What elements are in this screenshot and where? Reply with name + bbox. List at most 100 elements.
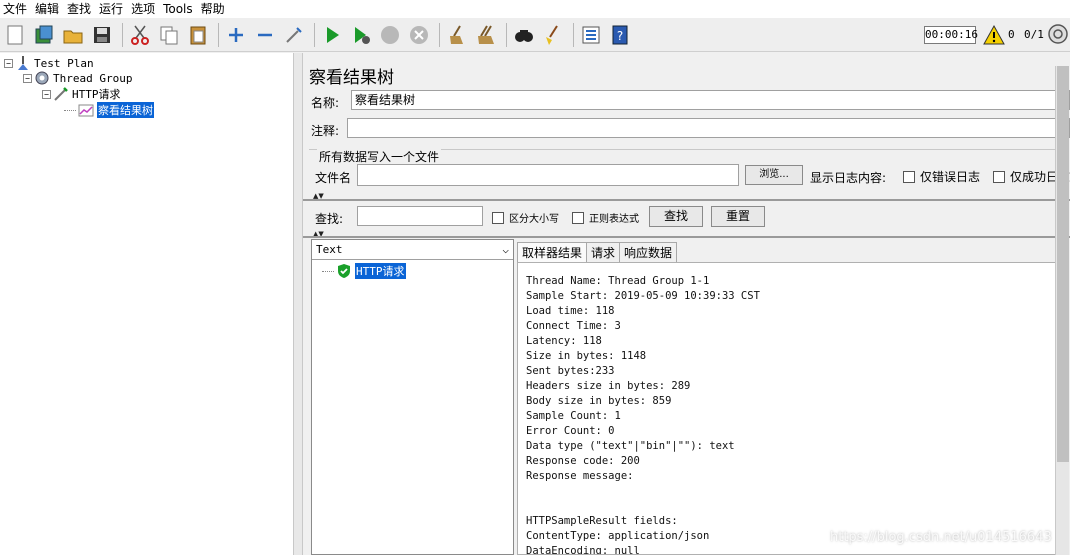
shutdown-button[interactable] — [406, 21, 432, 49]
view-results-tree-panel: 察看结果树 名称: 察看结果树 注释: 所有数据写入一个文件 文件名 浏览...… — [303, 53, 1070, 555]
function-helper-button[interactable] — [578, 21, 604, 49]
search-button[interactable] — [511, 21, 537, 49]
collapse-toggle-icon[interactable]: − — [42, 89, 51, 99]
name-input[interactable]: 察看结果树 — [351, 90, 1070, 110]
save-button[interactable] — [89, 21, 115, 49]
scrollbar-thumb[interactable] — [1057, 66, 1069, 462]
search-label: 查找: — [315, 212, 344, 226]
filename-label: 文件名 — [315, 171, 352, 185]
toolbar-separator — [218, 22, 219, 47]
result-item-label: HTTP请求 — [355, 263, 406, 279]
menu-run[interactable]: 运行 — [96, 0, 128, 18]
tree-item-http-request[interactable]: − HTTP请求 — [42, 86, 121, 102]
pane-splitter[interactable] — [293, 53, 303, 555]
paste-button[interactable] — [185, 21, 211, 49]
shutdown-icon — [410, 25, 428, 44]
expand-all-button[interactable] — [223, 21, 249, 49]
cut-icon — [131, 25, 149, 45]
clear-icon — [450, 24, 463, 44]
checkbox-box — [572, 211, 584, 224]
thread-group-gear-icon — [35, 71, 49, 85]
copy-button[interactable] — [156, 21, 182, 49]
start-button[interactable] — [319, 21, 345, 49]
comment-label: 注释: — [311, 124, 340, 138]
toolbar: ? — [0, 18, 1070, 52]
reset-search-icon — [546, 24, 558, 45]
menu-help[interactable]: 帮助 — [198, 0, 230, 18]
start-no-pause-icon — [355, 26, 370, 44]
toolbar-separator — [573, 22, 574, 47]
success-shield-icon — [338, 264, 350, 278]
open-icon — [63, 30, 83, 43]
collapse-all-button[interactable] — [252, 21, 278, 49]
clear-all-button[interactable] — [473, 21, 499, 49]
toggle-button[interactable] — [281, 21, 307, 49]
tree-connector — [322, 270, 334, 272]
search-input[interactable] — [357, 206, 483, 226]
sampler-result-content: Thread Name: Thread Group 1-1 Sample Sta… — [526, 275, 760, 555]
templates-button[interactable] — [31, 21, 57, 49]
sample-result-list: Text ⌵ HTTP请求 — [311, 239, 514, 555]
error-count: 0 — [1008, 28, 1015, 41]
start-icon — [327, 26, 339, 43]
collapse-toggle-icon[interactable]: − — [4, 58, 13, 68]
regex-checkbox[interactable]: 正则表达式 — [572, 210, 639, 225]
result-item[interactable]: HTTP请求 — [322, 263, 406, 279]
toolbar-separator — [439, 22, 440, 47]
checkbox-box — [993, 170, 1005, 183]
log-content-label: 显示日志内容: — [810, 171, 887, 185]
errors-only-label: 仅错误日志 — [920, 170, 981, 184]
clear-button[interactable] — [444, 21, 470, 49]
templates-icon — [35, 25, 53, 43]
menu-options[interactable]: 选项 — [128, 0, 160, 18]
new-button[interactable] — [2, 21, 28, 49]
vertical-scrollbar[interactable] — [1055, 66, 1069, 555]
renderer-select[interactable]: Text ⌵ — [312, 240, 513, 260]
checkbox-box — [492, 211, 504, 224]
toolbar-separator — [314, 22, 315, 47]
comment-input[interactable] — [347, 118, 1070, 138]
test-plan-icon — [18, 56, 28, 70]
listener-chart-icon — [78, 104, 94, 117]
menu-search[interactable]: 查找 — [64, 0, 96, 18]
help-button[interactable]: ? — [607, 21, 633, 49]
renderer-value: Text — [316, 243, 343, 256]
menu-edit[interactable]: 编辑 — [32, 0, 64, 18]
remote-start-icon[interactable] — [1047, 23, 1069, 45]
new-icon — [7, 25, 23, 44]
open-button[interactable] — [60, 21, 86, 49]
sampler-result-text: Thread Name: Thread Group 1-1 Sample Sta… — [517, 262, 1057, 555]
menu-file[interactable]: 文件 — [0, 0, 32, 18]
errors-only-checkbox[interactable]: 仅错误日志 — [903, 168, 980, 185]
collapse-toggle-icon[interactable]: − — [23, 73, 32, 83]
find-button[interactable]: 查找 — [649, 206, 703, 227]
svg-text:?: ? — [617, 29, 623, 43]
help-icon: ? — [612, 25, 628, 44]
case-sensitive-checkbox[interactable]: 区分大小写 — [492, 210, 559, 225]
case-sensitive-label: 区分大小写 — [509, 214, 559, 225]
tab-response-data[interactable]: 响应数据 — [619, 242, 678, 262]
reset-button[interactable]: 重置 — [711, 206, 765, 227]
filename-input[interactable] — [357, 164, 739, 186]
menu-tools[interactable]: Tools — [160, 0, 198, 18]
name-label: 名称: — [311, 96, 340, 110]
save-icon — [94, 26, 110, 43]
toolbar-separator — [506, 22, 507, 47]
tab-sampler-result[interactable]: 取样器结果 — [517, 242, 588, 262]
tree-item-label: HTTP请求 — [72, 88, 121, 101]
tree-item-label: 察看结果树 — [97, 102, 154, 118]
tree-item-thread-group[interactable]: − Thread Group — [23, 70, 132, 86]
start-no-pauses-button[interactable] — [348, 21, 374, 49]
search-icon — [515, 29, 533, 42]
tree-item-label: Test Plan — [34, 56, 94, 70]
toggle-icon — [286, 26, 302, 43]
tree-item-view-results-tree[interactable]: 察看结果树 — [64, 102, 154, 118]
checkbox-box — [903, 170, 915, 183]
warning-icon[interactable] — [983, 24, 1005, 46]
stop-button[interactable] — [377, 21, 403, 49]
reset-search-button[interactable] — [540, 21, 566, 49]
browse-button[interactable]: 浏览... — [745, 165, 803, 185]
tree-item-test-plan[interactable]: − Test Plan — [4, 55, 94, 71]
tab-request[interactable]: 请求 — [586, 242, 621, 262]
cut-button[interactable] — [127, 21, 153, 49]
